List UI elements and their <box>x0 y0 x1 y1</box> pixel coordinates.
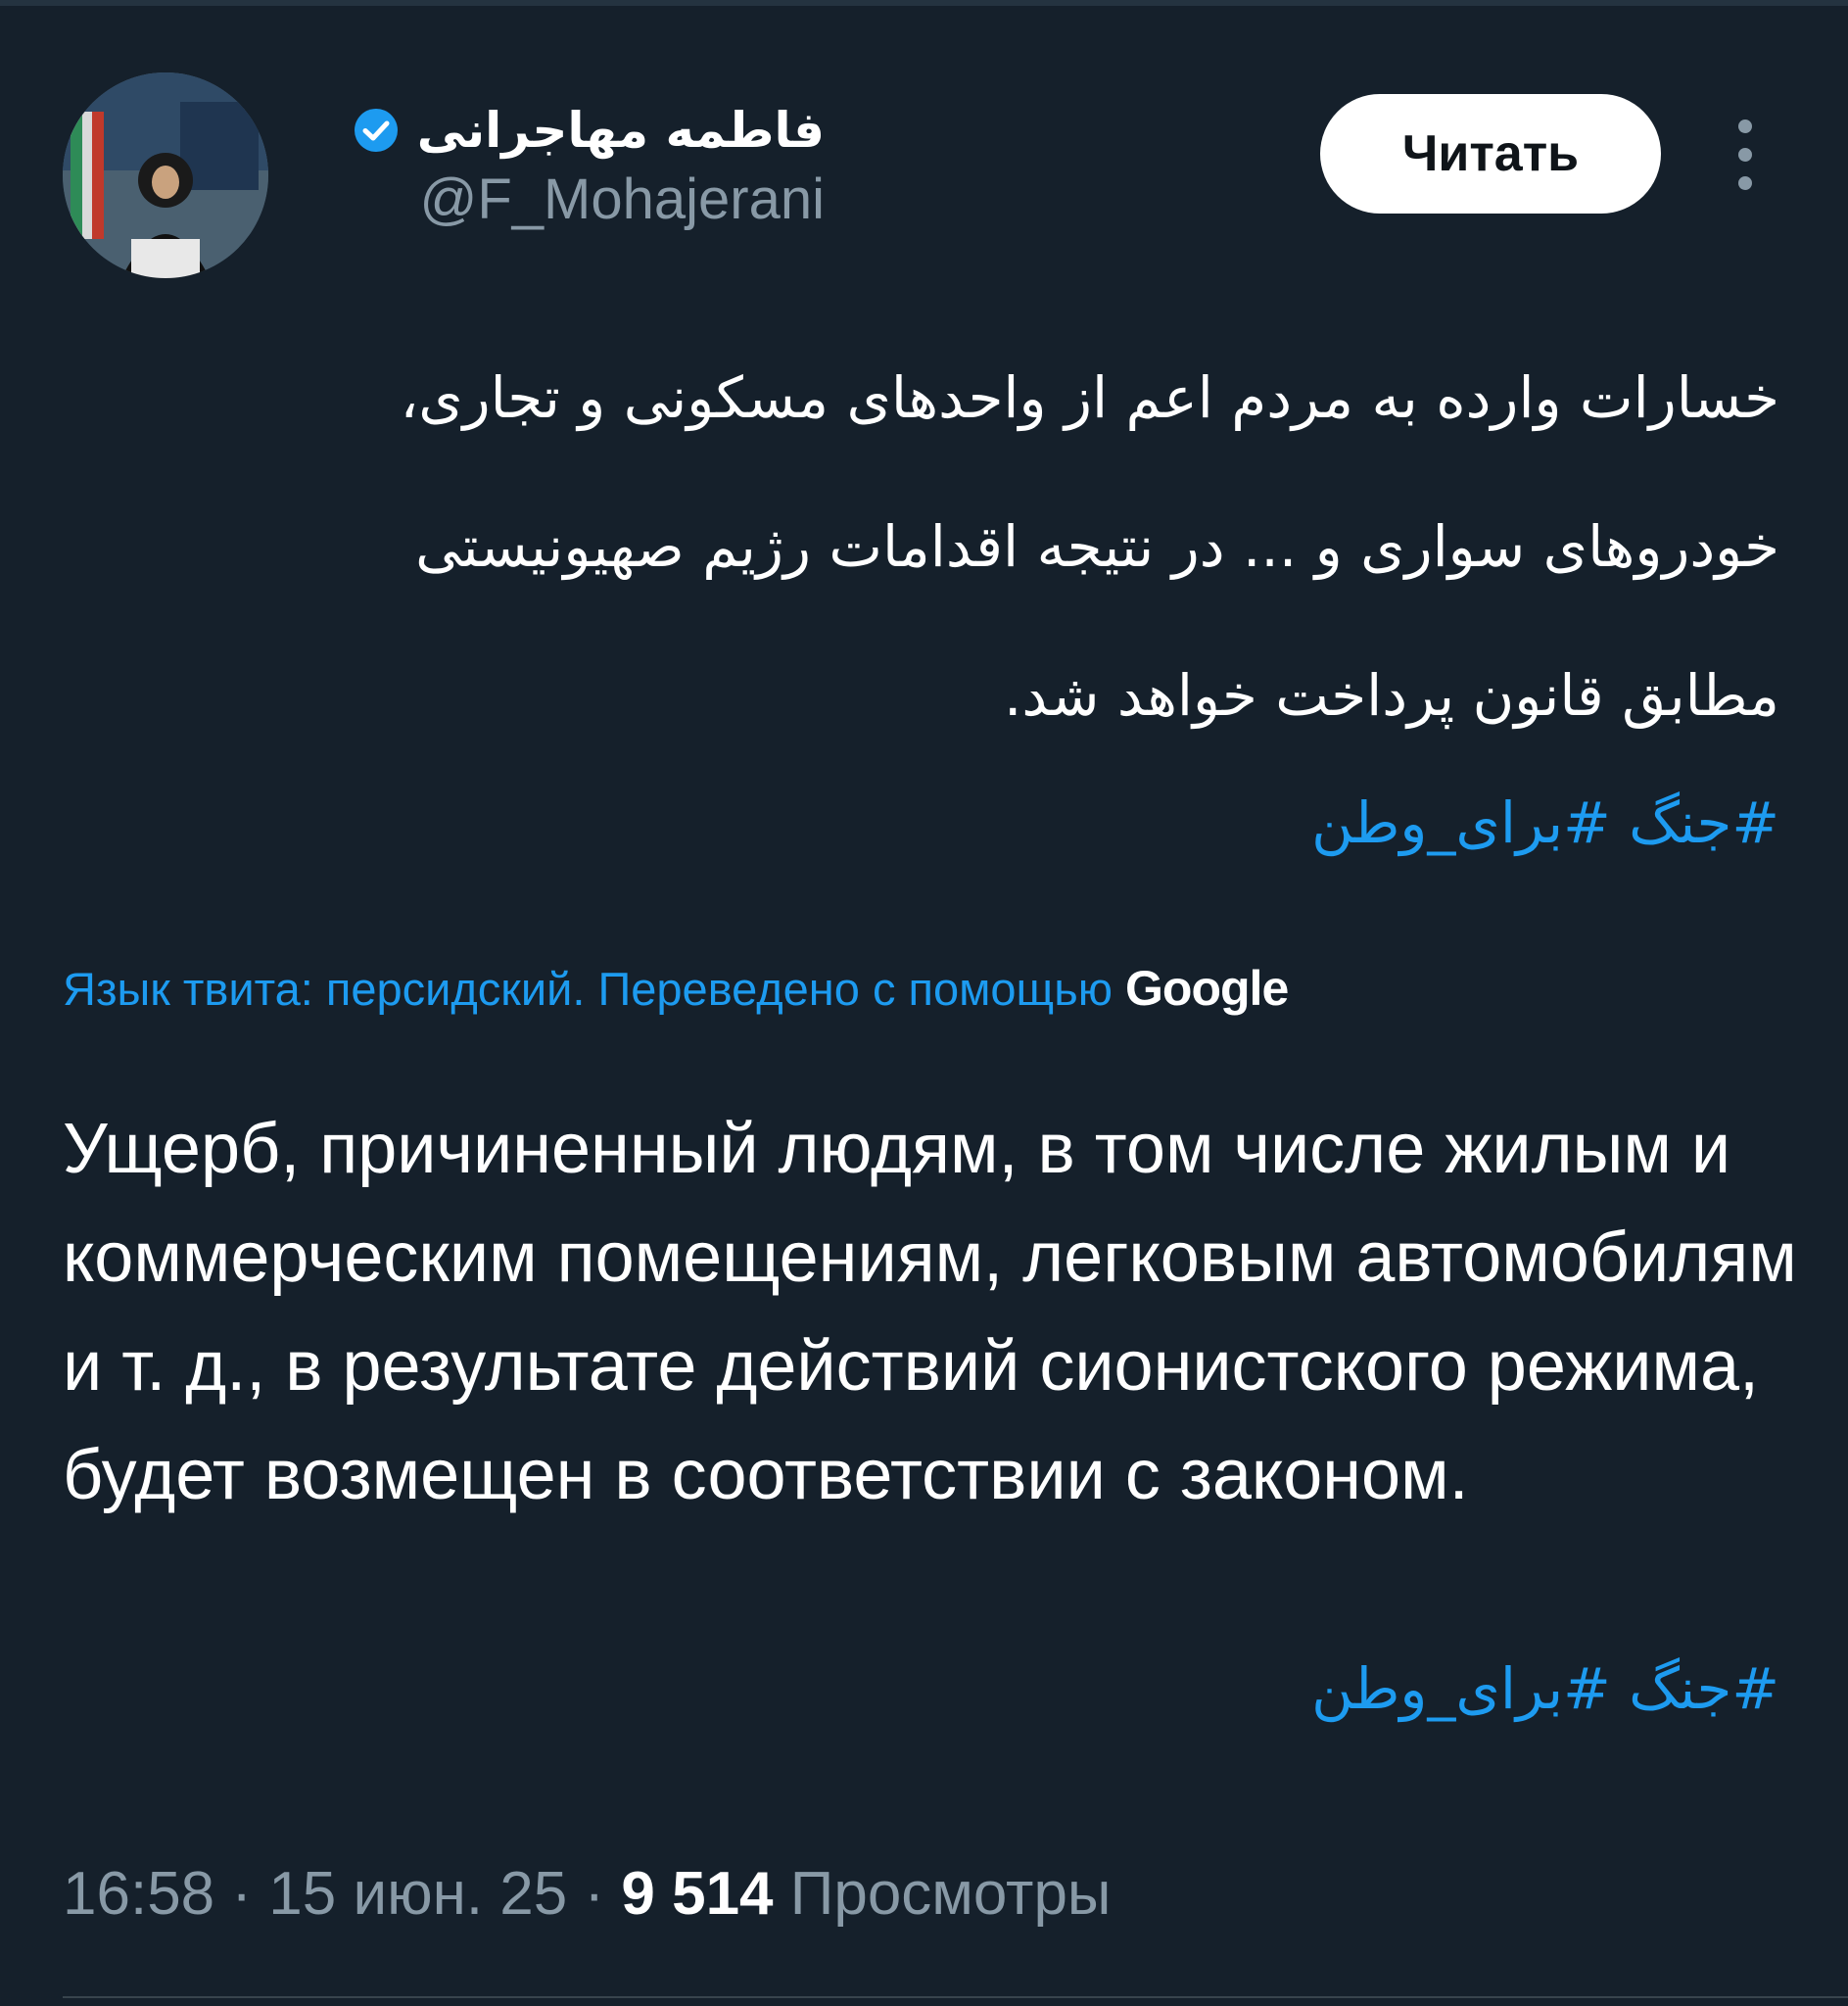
tweet-hashtags: #جنگ #برای_وطن <box>1311 789 1779 856</box>
more-dot <box>1738 148 1752 162</box>
hashtag-link[interactable]: #برای_وطن <box>1311 789 1611 856</box>
tweet-translated-text: Ущерб, причиненный людям, в том числе жи… <box>63 1110 1797 1514</box>
translation-note-link[interactable]: Язык твита: персидский. Переведено с пом… <box>63 960 1289 1017</box>
more-dot <box>1738 176 1752 190</box>
bottom-divider <box>63 1996 1848 1998</box>
meta-separator: · <box>231 1860 253 1928</box>
meta-separator: · <box>584 1860 605 1928</box>
hashtag-link[interactable]: #جنگ <box>1629 1655 1779 1722</box>
user-handle[interactable]: @F_Mohajerani <box>353 167 825 232</box>
tweet-meta-row: 16:58 · 15 июн. 25 · 9 514 Просмотры <box>63 1859 1112 1929</box>
views-label[interactable]: Просмотры <box>790 1860 1112 1928</box>
hashtag-link[interactable]: #برای_وطن <box>1311 1655 1611 1722</box>
verified-badge-icon <box>353 107 400 154</box>
display-name[interactable]: فاطمه مهاجرانی <box>417 102 825 159</box>
tweet-date[interactable]: 15 июн. 25 <box>268 1860 567 1928</box>
views-count[interactable]: 9 514 <box>621 1860 773 1928</box>
avatar[interactable] <box>63 72 268 278</box>
avatar-image <box>63 72 268 278</box>
name-row: فاطمه مهاجرانی <box>353 96 825 165</box>
translated-hashtags: #جنگ #برای_وطن <box>1311 1655 1779 1722</box>
tweet-time[interactable]: 16:58 <box>63 1860 214 1928</box>
top-divider <box>0 0 1848 6</box>
translation-note-text: Язык твита: персидский. Переведено с пом… <box>63 963 1113 1015</box>
more-options-icon[interactable] <box>1716 119 1775 190</box>
more-dot <box>1738 119 1752 133</box>
author-block: فاطمه مهاجرانی @F_Mohajerani <box>353 96 825 232</box>
follow-button[interactable]: Читать <box>1320 94 1661 214</box>
hashtag-link[interactable]: #جنگ <box>1629 789 1779 856</box>
tweet-original-text: خسارات وارده به مردم اعم از واحدهای مسکو… <box>400 364 1779 729</box>
google-logo: Google <box>1125 961 1289 1016</box>
